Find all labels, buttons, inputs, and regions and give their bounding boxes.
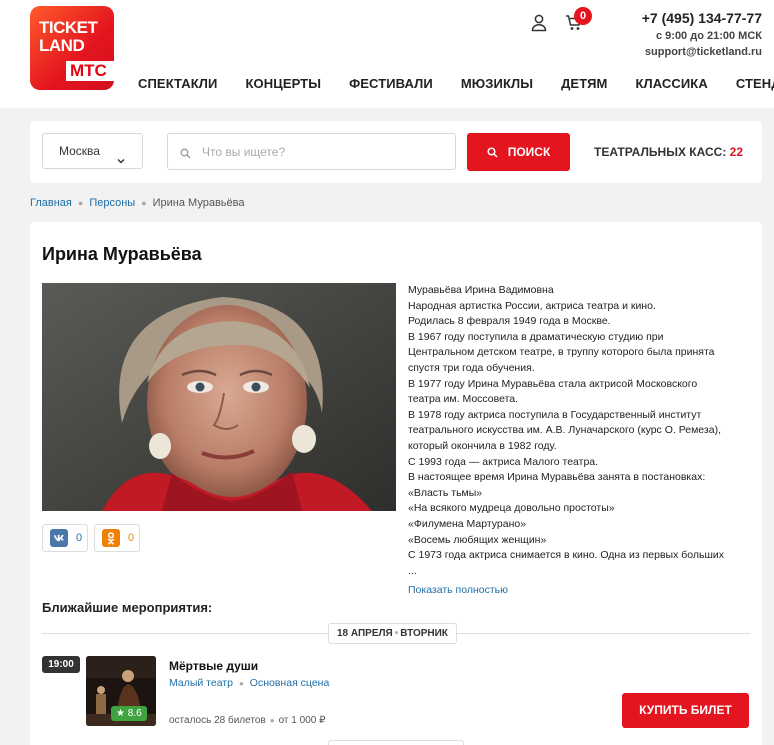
breadcrumb-home[interactable]: Главная bbox=[30, 197, 72, 209]
ticketland-logo[interactable]: TICKET LAND МТС bbox=[30, 6, 114, 90]
bio-line: театра им. Моссовета. bbox=[408, 393, 519, 406]
site-header: TICKET LAND МТС 0 +7 (495) 134-77-77 с 9… bbox=[0, 0, 774, 108]
buy-ticket-button[interactable]: КУПИТЬ БИЛЕТ bbox=[622, 693, 749, 728]
nav-item-myuzikly[interactable]: МЮЗИКЛЫ bbox=[461, 76, 533, 91]
logo-text-land: LAND bbox=[39, 36, 85, 55]
event-date: 18 АПРЕЛЯ • ВТОРНИК bbox=[328, 623, 457, 644]
user-icon[interactable] bbox=[531, 14, 547, 37]
share-ok-button[interactable]: 0 bbox=[94, 524, 140, 552]
nav-item-detyam[interactable]: ДЕТЯМ bbox=[561, 76, 607, 91]
breadcrumb-current: Ирина Муравьёва bbox=[152, 197, 245, 209]
date-separator: • bbox=[394, 628, 399, 639]
bio-line: С 1973 года актриса снимается в кино. Од… bbox=[408, 549, 725, 562]
bio-line: Центральном детском театре, в труппу кот… bbox=[408, 346, 715, 359]
upcoming-events-title: Ближайшие мероприятия: bbox=[42, 600, 213, 615]
bio-line: В 1978 году актриса поступила в Государс… bbox=[408, 408, 702, 421]
search-button-label: ПОИСК bbox=[507, 145, 551, 159]
event-tickets-info: осталось 28 билетов ● от 1 000 ₽ bbox=[169, 715, 325, 726]
search-box bbox=[167, 133, 456, 170]
nav-item-spektakli[interactable]: СПЕКТАКЛИ bbox=[138, 76, 217, 91]
support-phone[interactable]: +7 (495) 134-77-77 bbox=[642, 10, 762, 26]
bio-line: В настоящее время Ирина Муравьёва занята… bbox=[408, 471, 706, 484]
city-select-value: Москва bbox=[59, 144, 100, 158]
venue-separator: ● bbox=[238, 679, 244, 688]
search-panel: Москва ПОИСК ТЕАТРАЛЬНЫХ КАСС: 22 bbox=[30, 121, 762, 183]
vk-icon bbox=[50, 529, 68, 547]
search-button[interactable]: ПОИСК bbox=[467, 133, 570, 171]
event-title[interactable]: Мёртвые души bbox=[169, 659, 258, 673]
nav-item-standup[interactable]: СТЕНДАП bbox=[736, 76, 774, 91]
search-input[interactable] bbox=[202, 134, 447, 169]
next-date-pill bbox=[328, 740, 464, 745]
support-hours: с 9:00 до 21:00 МСК bbox=[655, 30, 762, 42]
event-time-badge: 19:00 bbox=[42, 656, 80, 673]
bio-line: В 1967 году поступила в драматическую ст… bbox=[408, 330, 664, 343]
logo-text-mts: МТС bbox=[66, 61, 114, 81]
bio-line: «Филумена Мартурано» bbox=[408, 517, 527, 530]
theatre-box-offices[interactable]: ТЕАТРАЛЬНЫХ КАСС: 22 bbox=[594, 145, 743, 159]
chevron-down-icon bbox=[116, 145, 126, 179]
event-date-day: 18 АПРЕЛЯ bbox=[337, 628, 393, 639]
event-rating: ★ 8.6 bbox=[111, 706, 147, 721]
bio-line: «Власть тьмы» bbox=[408, 486, 483, 499]
bio-line: спустя три года обучения. bbox=[408, 361, 535, 374]
odnoklassniki-icon bbox=[102, 529, 120, 547]
breadcrumb-separator: ● bbox=[141, 198, 147, 208]
page-title: Ирина Муравьёва bbox=[42, 244, 202, 264]
search-icon bbox=[180, 146, 191, 164]
tickets-left: осталось 28 билетов bbox=[169, 715, 266, 726]
event-date-weekday: ВТОРНИК bbox=[400, 628, 448, 639]
support-email[interactable]: support@ticketland.ru bbox=[645, 46, 762, 58]
box-offices-label: ТЕАТРАЛЬНЫХ КАСС: bbox=[594, 145, 727, 159]
logo-text-ticket: TICKET bbox=[39, 18, 98, 37]
box-offices-count: 22 bbox=[729, 145, 744, 159]
breadcrumb-separator: ● bbox=[77, 198, 84, 208]
person-photo bbox=[42, 283, 396, 511]
event-stage-link[interactable]: Основная сцена bbox=[250, 677, 330, 689]
nav-item-festivali[interactable]: ФЕСТИВАЛИ bbox=[349, 76, 433, 91]
bio-line: театрального искусства им. А.В. Луначарс… bbox=[408, 424, 721, 437]
event-venue-link[interactable]: Малый театр bbox=[169, 677, 233, 689]
bio-line: Муравьёва Ирина Вадимовна bbox=[408, 284, 554, 296]
bio-line: ... bbox=[408, 564, 417, 577]
person-biography: Муравьёва Ирина Вадимовна Народная артис… bbox=[408, 283, 748, 579]
bio-line: который окончила в 1982 году. bbox=[408, 439, 557, 452]
vk-share-count: 0 bbox=[76, 532, 83, 544]
breadcrumb-persons[interactable]: Персоны bbox=[89, 197, 135, 209]
bio-line: «Восемь любящих женщин» bbox=[408, 533, 547, 546]
search-button-icon bbox=[487, 146, 498, 158]
nav-item-koncerty[interactable]: КОНЦЕРТЫ bbox=[245, 76, 321, 91]
bio-line: С 1993 года — актриса Малого театра. bbox=[408, 455, 599, 468]
event-venue: Малый театр ● Основная сцена bbox=[169, 677, 329, 689]
ticket-price: от 1 000 ₽ bbox=[278, 715, 326, 726]
bio-line: В 1977 году Ирина Муравьёва стала актрис… bbox=[408, 377, 698, 390]
bio-line: Родилась 8 февраля 1949 года в Москве. bbox=[408, 315, 611, 328]
breadcrumb: Главная ● Персоны ● Ирина Муравьёва bbox=[30, 197, 244, 209]
person-card: Ирина Муравьёва 0 0 Муравьёва Ирина Вади… bbox=[30, 222, 762, 745]
main-nav: СПЕКТАКЛИ КОНЦЕРТЫ ФЕСТИВАЛИ МЮЗИКЛЫ ДЕТ… bbox=[138, 76, 774, 91]
tickets-separator: ● bbox=[269, 716, 275, 725]
cart-count-badge: 0 bbox=[574, 7, 592, 25]
event-poster[interactable]: ★ 8.6 bbox=[86, 656, 156, 726]
city-select[interactable]: Москва bbox=[42, 133, 143, 169]
event-rating-value: 8.6 bbox=[127, 708, 142, 719]
ok-share-count: 0 bbox=[128, 532, 135, 544]
nav-item-klassika[interactable]: КЛАССИКА bbox=[635, 76, 707, 91]
bio-line: Народная артистка России, актриса театра… bbox=[408, 299, 656, 312]
bio-line: «На всякого мудреца довольно простоты» bbox=[408, 502, 615, 515]
show-more-link[interactable]: Показать полностью bbox=[408, 584, 508, 596]
share-vk-button[interactable]: 0 bbox=[42, 524, 88, 552]
